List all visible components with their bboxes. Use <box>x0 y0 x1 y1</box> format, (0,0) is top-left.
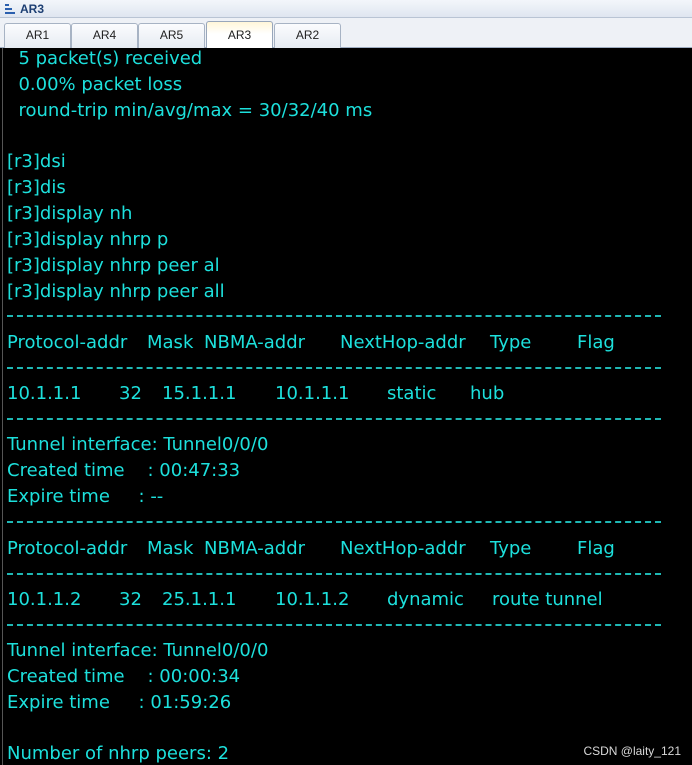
peer-tunnel-interface: Tunnel interface: Tunnel0/0/0 <box>7 640 269 661</box>
header-flag: Flag <box>577 332 615 353</box>
tab-ar1[interactable]: AR1 <box>4 23 71 48</box>
tab-ar2[interactable]: AR2 <box>274 23 341 48</box>
command-line: [r3]display nhrp peer all <box>7 281 225 302</box>
peer-nbma-addr: 25.1.1.1 <box>162 589 237 610</box>
command-line: [r3]display nhrp p <box>7 229 169 250</box>
peer-created-time: Created time : 00:47:33 <box>7 460 241 481</box>
header-mask: Mask <box>147 332 194 353</box>
terminal-console[interactable]: 5 packet(s) received 0.00% packet loss r… <box>2 48 692 765</box>
tab-ar4[interactable]: AR4 <box>71 23 138 48</box>
command-line: [r3]dis <box>7 177 66 198</box>
peer-flag: route tunnel <box>492 589 603 610</box>
device-tab-bar: AR1 AR4 AR5 AR3 AR2 <box>0 18 692 49</box>
dashed-separator <box>7 573 661 575</box>
peer-protocol-addr: 10.1.1.1 <box>7 383 82 404</box>
peer-nexthop-addr: 10.1.1.1 <box>275 383 350 404</box>
tab-ar5[interactable]: AR5 <box>138 23 205 48</box>
tab-ar3[interactable]: AR3 <box>206 21 273 49</box>
header-flag: Flag <box>577 538 615 559</box>
dashed-separator <box>7 521 661 523</box>
peer-mask: 32 <box>119 589 142 610</box>
header-type: Type <box>490 538 532 559</box>
header-nbma-addr: NBMA-addr <box>204 332 306 353</box>
command-line: [r3]display nhrp peer al <box>7 255 220 276</box>
peer-created-time: Created time : 00:00:34 <box>7 666 241 687</box>
window-title: AR3 <box>20 2 45 16</box>
ping-received-line: 5 packet(s) received <box>7 48 203 69</box>
peer-flag: hub <box>470 383 505 404</box>
watermark: CSDN @laity_121 <box>583 744 681 758</box>
command-line: [r3]dsi <box>7 151 66 172</box>
ping-rtt-line: round-trip min/avg/max = 30/32/40 ms <box>7 100 373 121</box>
peer-mask: 32 <box>119 383 142 404</box>
peer-count-summary: Number of nhrp peers: 2 <box>7 743 230 764</box>
peer-nbma-addr: 15.1.1.1 <box>162 383 237 404</box>
dashed-separator <box>7 315 661 317</box>
dashed-separator <box>7 367 661 369</box>
app-icon <box>5 4 15 14</box>
header-nbma-addr: NBMA-addr <box>204 538 306 559</box>
dashed-separator <box>7 624 661 626</box>
header-type: Type <box>490 332 532 353</box>
dashed-separator <box>7 418 661 420</box>
header-mask: Mask <box>147 538 194 559</box>
peer-tunnel-interface: Tunnel interface: Tunnel0/0/0 <box>7 434 269 455</box>
header-protocol-addr: Protocol-addr <box>7 538 128 559</box>
peer-expire-time: Expire time : -- <box>7 486 164 507</box>
header-protocol-addr: Protocol-addr <box>7 332 128 353</box>
window-titlebar: AR3 <box>0 0 692 18</box>
peer-type: dynamic <box>387 589 464 610</box>
header-nexthop-addr: NextHop-addr <box>340 538 466 559</box>
peer-protocol-addr: 10.1.1.2 <box>7 589 82 610</box>
peer-type: static <box>387 383 437 404</box>
ping-loss-line: 0.00% packet loss <box>7 74 183 95</box>
command-line: [r3]display nh <box>7 203 133 224</box>
peer-nexthop-addr: 10.1.1.2 <box>275 589 350 610</box>
header-nexthop-addr: NextHop-addr <box>340 332 466 353</box>
peer-expire-time: Expire time : 01:59:26 <box>7 692 232 713</box>
